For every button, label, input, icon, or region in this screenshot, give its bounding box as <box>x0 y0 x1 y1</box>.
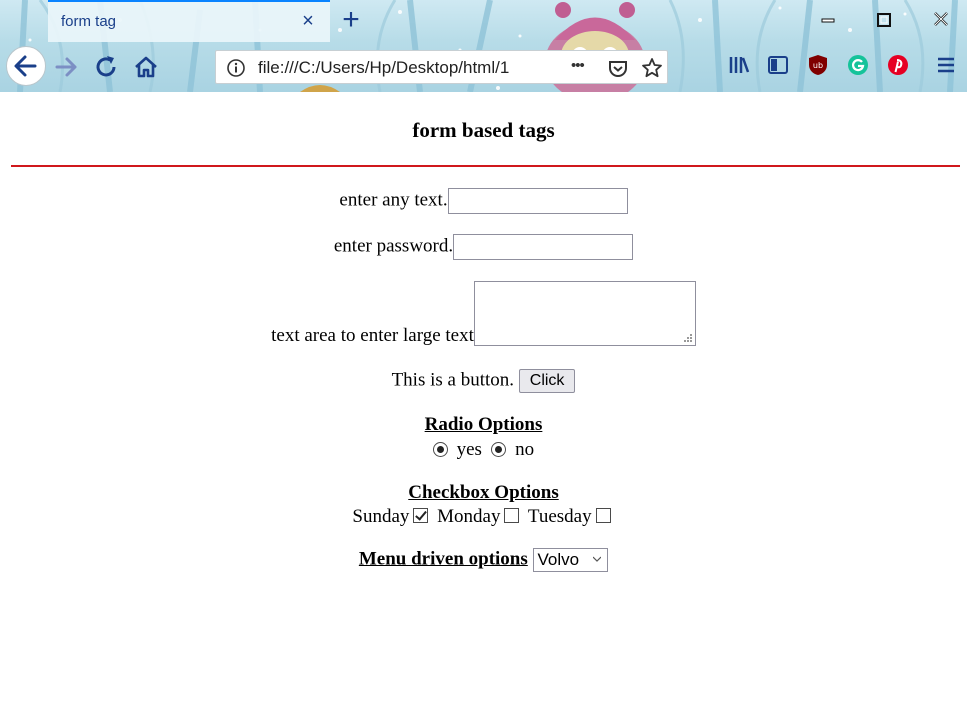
library-icon[interactable] <box>727 53 751 77</box>
checkbox-monday[interactable] <box>504 508 520 523</box>
radio-yes[interactable] <box>432 442 448 457</box>
checkbox-heading-row: Checkbox Options <box>0 482 967 504</box>
menu-options-heading: Menu driven options <box>358 548 528 570</box>
radio-no-label: no <box>515 439 535 460</box>
checkbox-monday-label: Monday <box>437 506 501 527</box>
car-select[interactable]: Volvo <box>532 548 609 572</box>
large-text-area[interactable] <box>473 281 696 346</box>
text-input-row: enter any text. <box>0 188 967 214</box>
info-icon[interactable] <box>226 58 246 78</box>
button-label: This is a button. <box>391 369 515 391</box>
tab-close-button[interactable]: × <box>298 11 318 31</box>
radio-options-heading: Radio Options <box>424 414 543 435</box>
back-arrow-icon <box>14 55 37 77</box>
tab-strip: form tag × + <box>0 0 967 42</box>
home-icon[interactable] <box>128 49 164 85</box>
browser-chrome: form tag × + file:///C:/Users/Hp/Desktop… <box>0 0 967 92</box>
checkbox-sunday-label: Sunday <box>352 506 410 527</box>
checkbox-tuesday-label: Tuesday <box>527 506 592 527</box>
grammarly-icon[interactable] <box>846 53 870 77</box>
maximize-icon[interactable] <box>871 8 897 32</box>
tab-title: form tag <box>61 13 117 30</box>
nav-toolbar: file:///C:/Users/Hp/Desktop/html/1 ••• u… <box>0 42 967 92</box>
text-input-label: enter any text. <box>339 189 448 211</box>
password-row: enter password. <box>0 234 967 260</box>
textarea-row: text area to enter large text <box>0 281 967 346</box>
sidebar-icon[interactable] <box>766 53 790 77</box>
reload-icon[interactable] <box>88 49 124 85</box>
menu-row: Menu driven options Volvo <box>0 548 967 572</box>
click-button[interactable]: Click <box>518 369 576 393</box>
page-content: form based tags enter any text. enter pa… <box>0 92 967 704</box>
password-input[interactable] <box>453 234 634 260</box>
textarea-label: text area to enter large text <box>271 325 474 346</box>
checkbox-tuesday[interactable] <box>595 508 611 523</box>
forward-arrow-icon[interactable] <box>48 49 84 85</box>
checkbox-group: Sunday Monday Tuesday <box>0 506 967 528</box>
checkbox-options-heading: Checkbox Options <box>408 482 559 503</box>
radio-heading-row: Radio Options <box>0 414 967 436</box>
new-tab-button[interactable]: + <box>339 5 363 35</box>
select-value: Volvo <box>537 550 580 569</box>
resize-grip-icon[interactable] <box>683 333 692 342</box>
back-button[interactable] <box>6 46 46 86</box>
page-title: form based tags <box>412 118 555 142</box>
tab-form-tag[interactable]: form tag × <box>48 0 330 42</box>
svg-text:ub: ub <box>813 61 823 70</box>
radio-no[interactable] <box>491 442 507 457</box>
chevron-down-icon <box>593 556 602 562</box>
ublock-origin-icon[interactable]: ub <box>806 53 830 77</box>
menu-icon[interactable] <box>934 53 958 77</box>
window-close-icon[interactable] <box>928 8 954 32</box>
minimize-icon[interactable] <box>815 8 841 32</box>
radio-yes-label: yes <box>456 439 482 460</box>
radio-group: yes no <box>0 439 967 461</box>
text-input[interactable] <box>447 188 628 214</box>
pocket-icon[interactable] <box>607 57 629 79</box>
bookmark-star-icon[interactable] <box>641 57 663 79</box>
url-text[interactable]: file:///C:/Users/Hp/Desktop/html/1 <box>258 58 543 78</box>
page-actions-icon[interactable]: ••• <box>571 57 593 79</box>
horizontal-rule <box>11 165 960 167</box>
password-label: enter password. <box>333 235 454 257</box>
checkbox-sunday[interactable] <box>413 508 429 523</box>
url-bar[interactable]: file:///C:/Users/Hp/Desktop/html/1 ••• <box>215 50 668 84</box>
pinterest-icon[interactable] <box>886 53 910 77</box>
button-row: This is a button. Click <box>0 369 967 393</box>
